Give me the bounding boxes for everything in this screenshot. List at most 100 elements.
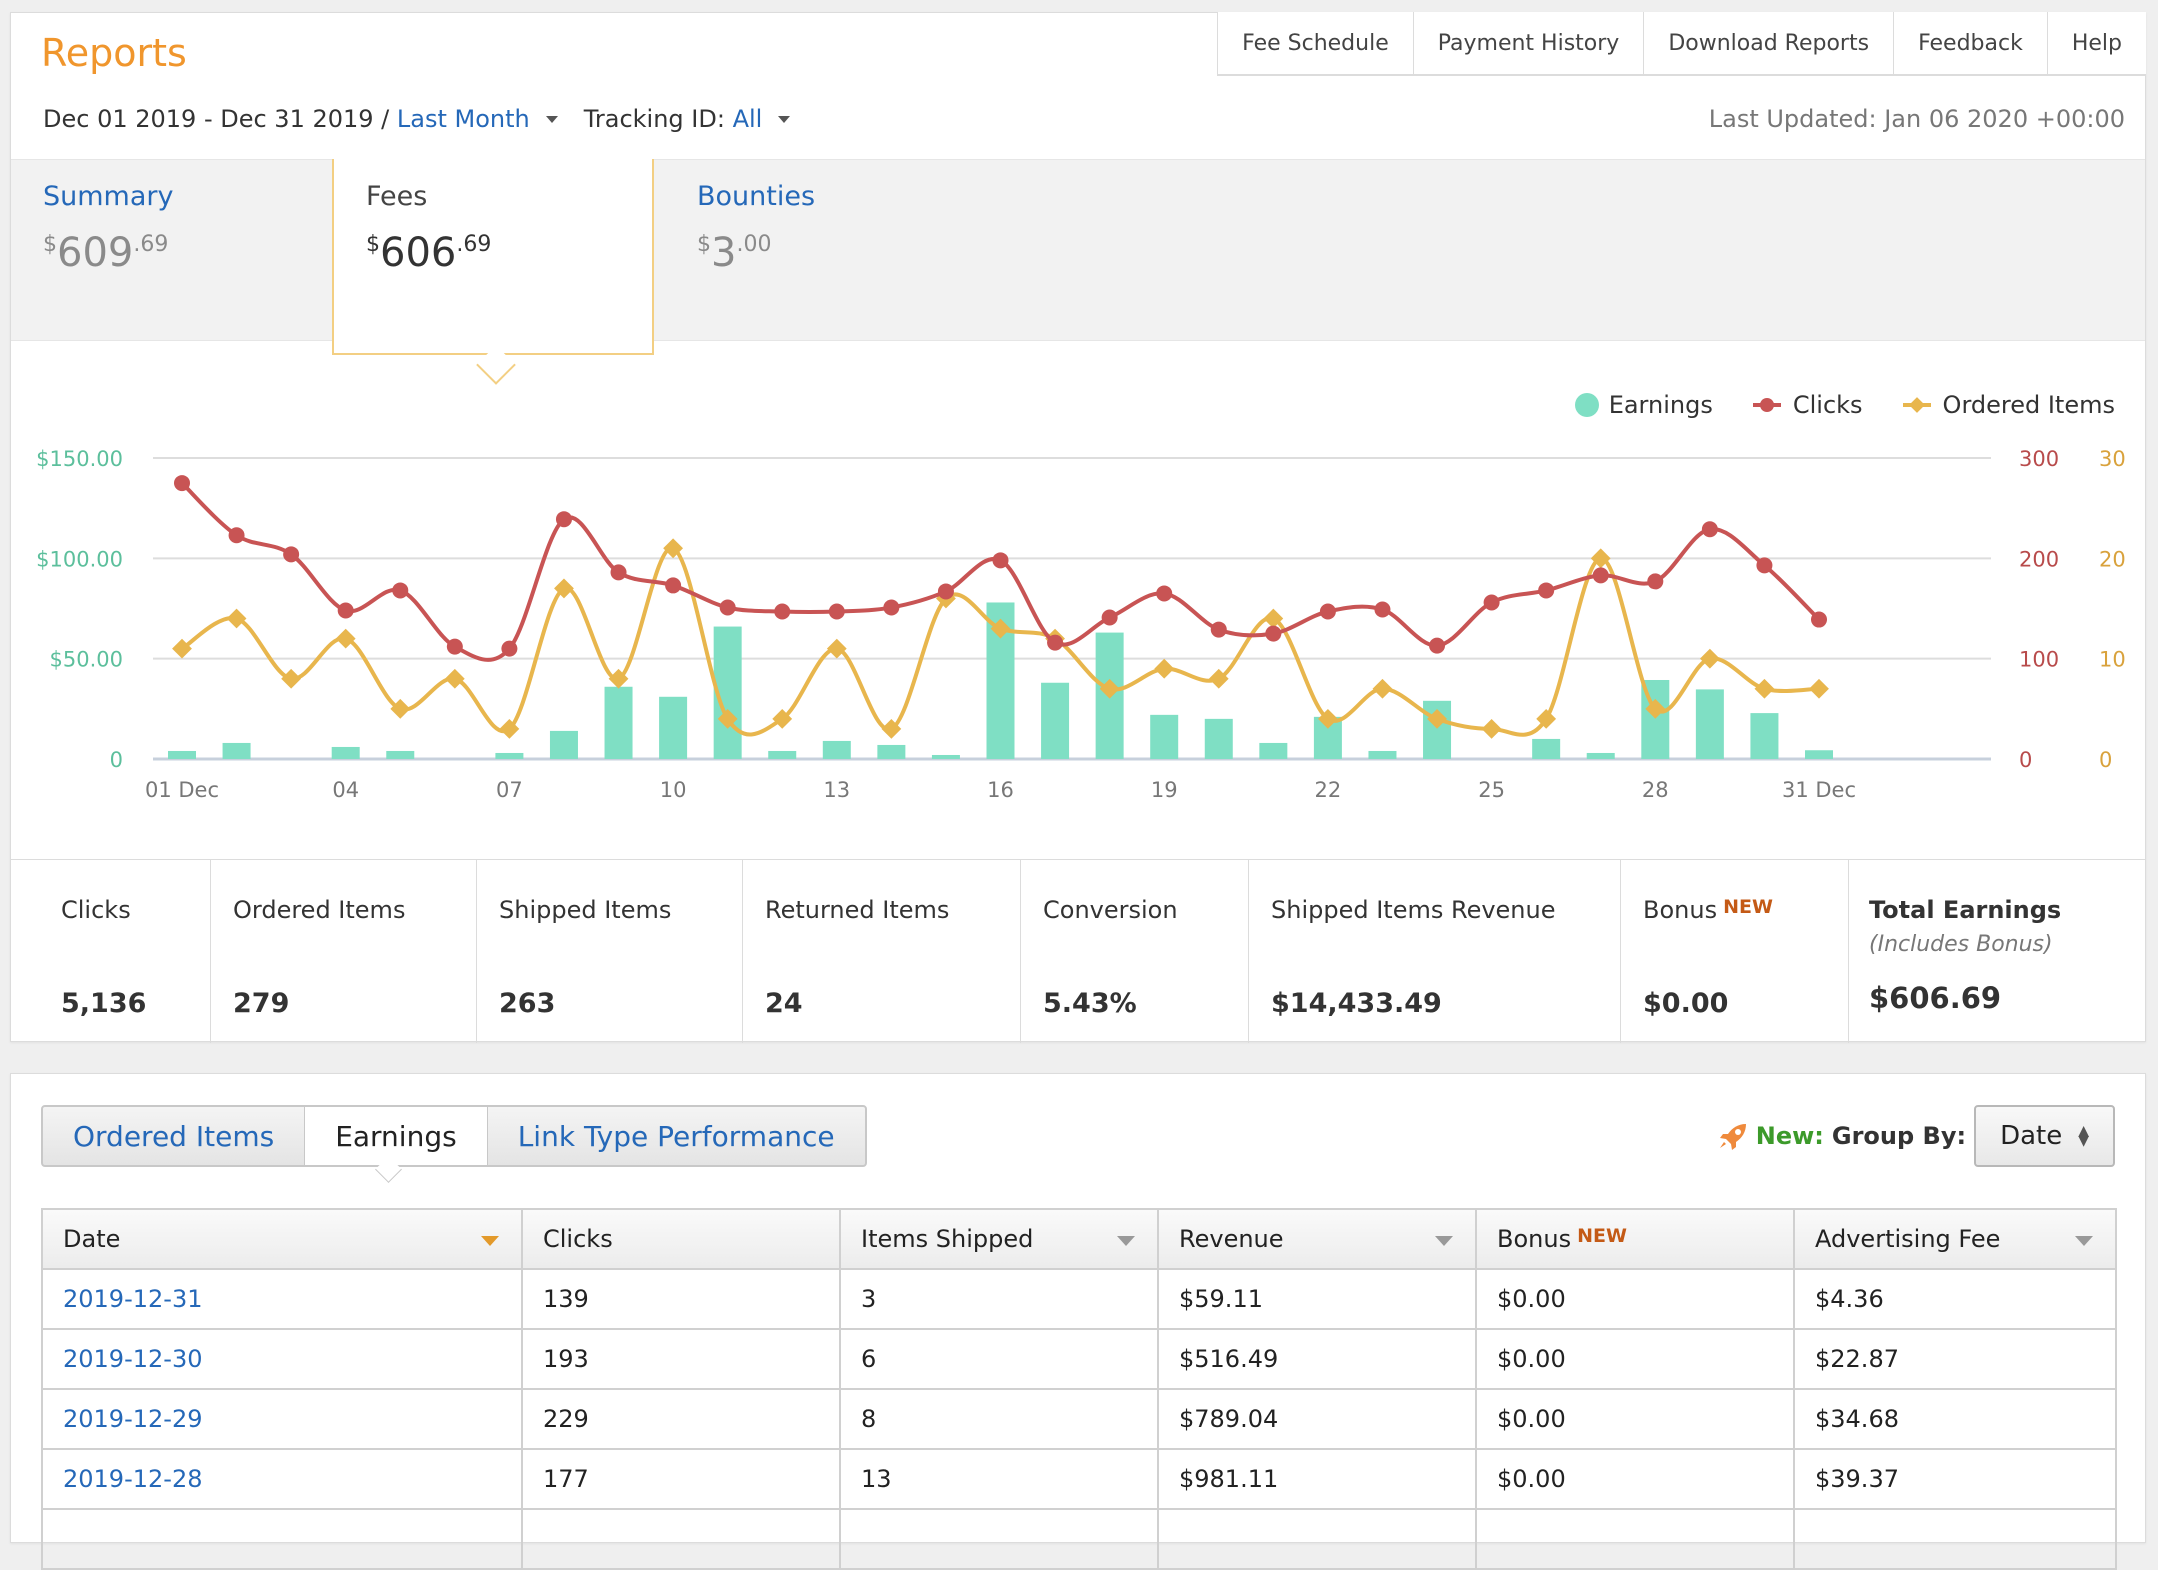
tab-label: Summary <box>43 181 174 212</box>
table-cell <box>1475 1508 1795 1570</box>
tracking-id-dropdown[interactable]: All <box>733 105 763 133</box>
stat-shipped-items-revenue: Shipped Items Revenue $14,433.49 <box>1249 860 1621 1043</box>
column-label: Date <box>63 1225 121 1253</box>
clicks-point <box>555 511 572 528</box>
column-header-items-shipped[interactable]: Items Shipped <box>839 1208 1159 1270</box>
stats-row: Clicks 5,136 Ordered Items 279 Shipped I… <box>11 859 2145 1043</box>
tab-summary[interactable]: Summary $609.69 <box>11 159 331 341</box>
stat-returned-items: Returned Items 24 <box>743 860 1021 1043</box>
clicks-point <box>1265 625 1282 642</box>
date-link[interactable]: 2019-12-30 <box>63 1345 202 1373</box>
download-reports-button[interactable]: Download Reports <box>1644 12 1895 74</box>
chevron-down-icon[interactable] <box>545 115 558 123</box>
table-cell: 3 <box>839 1268 1159 1330</box>
group-by-select[interactable]: Date ▲ ▼ <box>1974 1105 2115 1167</box>
stat-label-text: Bonus <box>1643 896 1718 924</box>
table-body: 2019-12-31 139 3 $59.11 $0.00 $4.36 2019-12-30… <box>41 1268 2117 1570</box>
table-cell: 6 <box>839 1328 1159 1390</box>
new-label: New: <box>1755 1122 1824 1150</box>
column-header-advertising-fee[interactable]: Advertising Fee <box>1793 1208 2117 1270</box>
clicks-point <box>774 603 791 620</box>
amount-whole: 609 <box>57 230 134 276</box>
ordered-items-point <box>281 668 302 689</box>
reports-panel: Reports Fee Schedule Payment History Dow… <box>10 12 2146 1043</box>
table-cell: $22.87 <box>1793 1328 2117 1390</box>
table-row: 2019-12-31 139 3 $59.11 $0.00 $4.36 <box>41 1268 2117 1330</box>
sort-icon[interactable] <box>1117 1236 1135 1246</box>
stat-conversion: Conversion 5.43% <box>1021 860 1249 1043</box>
earnings-bar <box>495 752 524 759</box>
new-badge: NEW <box>1723 896 1773 918</box>
date-preset-dropdown[interactable]: Last Month <box>397 105 530 133</box>
tab-label: Bounties <box>697 181 816 212</box>
clicks-point <box>501 640 518 657</box>
date-link[interactable]: 2019-12-31 <box>63 1285 202 1313</box>
chevron-down-icon[interactable] <box>778 115 791 123</box>
date-link[interactable]: 2019-12-29 <box>63 1405 202 1433</box>
page-title: Reports <box>41 31 187 75</box>
currency-symbol: $ <box>43 232 57 257</box>
tab-earnings[interactable]: Earnings <box>305 1107 488 1165</box>
x-tick-label: 28 <box>1642 778 1669 802</box>
earnings-bar <box>222 742 251 759</box>
stat-value: 24 <box>765 988 803 1019</box>
y-tick-label-items: 20 <box>2099 547 2126 571</box>
earnings-bar <box>931 754 960 759</box>
x-tick-label: 07 <box>496 778 523 802</box>
column-label: Bonus <box>1497 1225 1572 1253</box>
clicks-point <box>446 638 463 655</box>
sort-desc-icon[interactable] <box>481 1236 499 1246</box>
column-header-bonus[interactable]: Bonus NEW <box>1475 1208 1795 1270</box>
clicks-swatch-icon <box>1752 398 1781 412</box>
stat-value: 263 <box>499 988 556 1019</box>
table-cell: $0.00 <box>1475 1448 1795 1510</box>
sort-icon[interactable] <box>2075 1236 2093 1246</box>
x-tick-label: 13 <box>823 778 850 802</box>
clicks-point <box>1374 601 1391 618</box>
clicks-point <box>1156 585 1173 602</box>
toolbar: Fee Schedule Payment History Download Re… <box>1217 12 2146 76</box>
tab-fees[interactable]: Fees $606.69 <box>332 159 654 355</box>
earnings-bar <box>168 750 196 759</box>
sort-icon[interactable] <box>1435 1236 1453 1246</box>
amount-cents: .69 <box>456 232 492 257</box>
table-cell: $516.49 <box>1157 1328 1477 1390</box>
table-cell: $59.11 <box>1157 1268 1477 1330</box>
ordered-items-point <box>1372 678 1393 699</box>
clicks-point <box>719 599 736 616</box>
earnings-bar <box>386 750 415 759</box>
help-button[interactable]: Help <box>2047 12 2146 74</box>
report-table-panel: Ordered Items Earnings Link Type Perform… <box>10 1073 2146 1570</box>
y-tick-label-left: $100.00 <box>36 547 123 571</box>
clicks-point <box>1319 603 1336 620</box>
clicks-point <box>992 552 1009 569</box>
payment-history-button[interactable]: Payment History <box>1413 12 1645 74</box>
stat-label: Ordered Items <box>233 896 406 924</box>
ordered-items-point <box>226 608 247 629</box>
updown-arrows-icon: ▲ ▼ <box>2078 1123 2089 1149</box>
tab-ordered-items[interactable]: Ordered Items <box>43 1107 306 1165</box>
x-tick-label: 10 <box>660 778 687 802</box>
amount-whole: 3 <box>711 230 737 276</box>
column-header-date[interactable]: Date <box>41 1208 523 1270</box>
ordered-items-point <box>1481 719 1502 739</box>
fee-schedule-button[interactable]: Fee Schedule <box>1218 12 1414 74</box>
amount-whole: 606 <box>380 230 457 276</box>
column-label: Items Shipped <box>861 1225 1034 1253</box>
earnings-bar <box>1041 682 1070 759</box>
column-header-revenue[interactable]: Revenue <box>1157 1208 1477 1270</box>
tab-link-type-performance[interactable]: Link Type Performance <box>488 1107 865 1165</box>
column-header-clicks[interactable]: Clicks <box>521 1208 841 1270</box>
clicks-point <box>1210 621 1227 638</box>
table-cell: 2019-12-31 <box>41 1268 523 1330</box>
amount-cents: .69 <box>133 232 169 257</box>
earnings-bar <box>1259 742 1288 759</box>
x-tick-label: 04 <box>332 778 359 802</box>
feedback-button[interactable]: Feedback <box>1894 12 2048 74</box>
table-cell: 193 <box>521 1328 841 1390</box>
stat-bonus: Bonus NEW $0.00 <box>1621 860 1849 1043</box>
date-link[interactable]: 2019-12-28 <box>63 1465 202 1493</box>
clicks-point <box>392 582 409 599</box>
table-cell <box>41 1508 523 1570</box>
tab-bounties[interactable]: Bounties $3.00 <box>665 159 985 341</box>
